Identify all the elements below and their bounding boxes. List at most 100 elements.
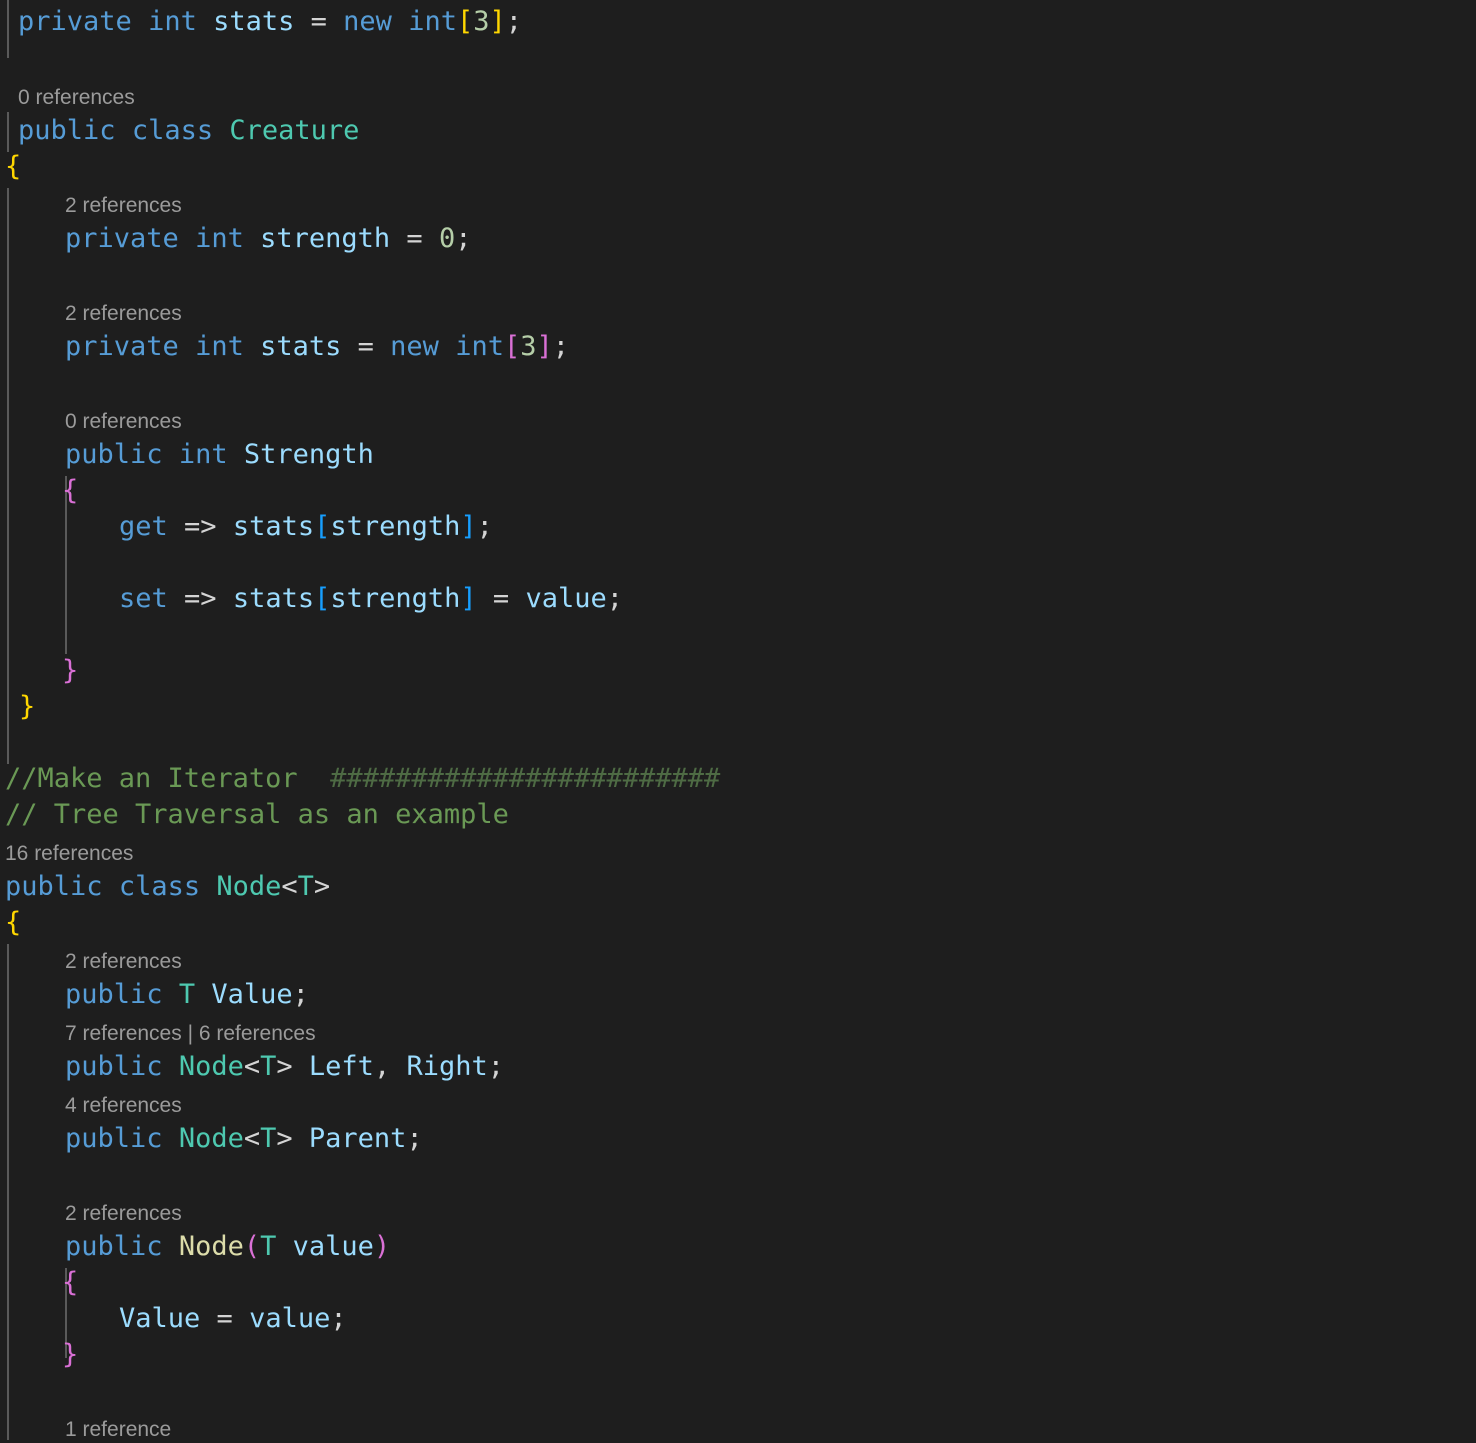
token-field-parent: Parent [308,1123,407,1154]
token-brace-open: { [62,475,79,506]
token-semicolon: ; [606,583,623,614]
token-semicolon: ; [552,331,570,362]
token-identifier-stats: stats [232,511,315,542]
token-type-parameter-t: T [260,1051,277,1082]
token-keyword-public: public [65,1123,163,1154]
token-keyword-set: set [119,583,168,614]
codelens-bottom[interactable]: 1 reference [0,1417,1476,1443]
code-line-comment-tree-traversal[interactable]: // Tree Traversal as an example [0,797,1476,833]
token-semicolon: ; [455,223,472,254]
token-bracket-open: [ [314,511,331,542]
code-line-parent-field[interactable]: public Node<T> Parent; [0,1121,1476,1157]
token-bracket-close: ] [460,511,477,542]
token-keyword-public: public [18,115,116,146]
codelens-parent-field[interactable]: 4 references [0,1093,1476,1119]
token-semicolon: ; [505,6,523,37]
codelens-stats-field[interactable]: 2 references [0,301,1476,327]
token-bracket-open: [ [504,331,521,362]
token-keyword-class: class [131,115,214,146]
token-type-parameter-t: T [260,1123,277,1154]
token-semicolon: ; [476,511,493,542]
token-identifier-stats: stats [213,6,295,37]
code-line-creature-close-brace[interactable]: } [0,689,1476,725]
code-line-constructor-open-brace[interactable]: { [0,1265,1476,1301]
token-keyword-int: int [408,6,457,37]
codelens-strength-field[interactable]: 2 references [0,193,1476,219]
token-number-3: 3 [520,331,537,362]
codelens-left-right-fields[interactable]: 7 references | 6 references [0,1021,1476,1047]
code-line-left-right-fields[interactable]: public Node<T> Left, Right; [0,1049,1476,1085]
code-editor-canvas[interactable]: private int stats = new int[3]; 0 refere… [0,0,1476,1443]
token-paren-open: ( [243,1231,261,1262]
token-keyword-class: class [118,871,201,902]
code-line-constructor-close-brace[interactable]: } [0,1337,1476,1373]
token-angle-open: < [243,1123,261,1154]
token-keyword-new: new [343,6,392,37]
token-keyword-public: public [65,439,163,470]
code-line-setter[interactable]: set => stats[strength] = value; [0,581,1476,617]
code-line-property-open-brace[interactable]: { [0,473,1476,509]
code-line-value-field[interactable]: public T Value; [0,977,1476,1013]
code-line-node-open-brace[interactable]: { [0,905,1476,941]
token-keyword-public: public [5,871,103,902]
token-field-value: Value [211,979,293,1010]
token-bracket-open: [ [314,583,331,614]
token-brace-open: { [62,1267,79,1298]
token-operator-assign: = [294,6,344,37]
code-line-strength-field[interactable]: private int strength = 0; [0,221,1476,257]
code-line-class-node[interactable]: public class Node<T> [0,869,1476,905]
token-keyword-int: int [148,6,197,37]
token-comma: , [373,1051,407,1082]
token-type-parameter-t: T [297,871,314,902]
token-keyword-public: public [65,979,163,1010]
token-semicolon: ; [487,1051,504,1082]
token-type-node: Node [216,871,282,902]
token-identifier-stats: stats [232,583,315,614]
token-brace-open: { [5,907,22,938]
token-operator-assign: = [390,223,439,254]
token-keyword-private: private [65,331,179,362]
token-semicolon: ; [292,979,309,1010]
token-brace-close: } [19,691,36,722]
token-parameter-value: value [249,1303,331,1334]
codelens-node-class[interactable]: 16 references [0,841,1476,867]
token-paren-close: ) [373,1231,391,1262]
code-line-stats-field[interactable]: private int stats = new int[3]; [0,329,1476,365]
token-bracket-close: ] [489,6,506,37]
token-number-0: 0 [438,223,456,254]
token-keyword-private: private [65,223,179,254]
codelens-node-constructor[interactable]: 2 references [0,1201,1476,1227]
code-line-getter[interactable]: get => stats[strength]; [0,509,1476,545]
code-line-creature-open-brace[interactable]: { [0,149,1476,185]
token-field-value: Value [119,1303,201,1334]
token-type-parameter-t: T [260,1231,277,1262]
codelens-value-field[interactable]: 2 references [0,949,1476,975]
token-keyword-int: int [195,331,244,362]
codelens-strength-property[interactable]: 0 references [0,409,1476,435]
token-type-node: Node [178,1123,244,1154]
code-line-node-constructor[interactable]: public Node(T value) [0,1229,1476,1265]
code-line-strength-property[interactable]: public int Strength [0,437,1476,473]
token-bracket-close: ] [536,331,553,362]
token-operator-assign: = [341,331,391,362]
code-line-property-close-brace[interactable]: } [0,653,1476,689]
token-comment-divider: ######################## [330,763,721,794]
token-brace-close: } [62,1339,79,1370]
token-keyword-int: int [178,439,228,470]
token-field-right: Right [406,1051,488,1082]
token-bracket-close: ] [460,583,477,614]
token-identifier-strength: strength [330,583,461,614]
token-operator-arrow: => [167,511,233,542]
token-keyword-public: public [65,1051,163,1082]
token-keyword-public: public [65,1231,163,1262]
token-parameter-value: value [276,1231,374,1262]
token-method-node: Node [178,1231,244,1262]
codelens-creature[interactable]: 0 references [0,85,1476,111]
code-line-class-creature[interactable]: public class Creature [0,113,1476,149]
code-line-stats-decl-top[interactable]: private int stats = new int[3]; [0,4,1476,40]
code-line-comment-make-iterator[interactable]: //Make an Iterator #####################… [0,761,1476,797]
code-line-constructor-body[interactable]: Value = value; [0,1301,1476,1337]
token-brace-open: { [5,151,22,182]
token-keyword-value: value [525,583,607,614]
token-angle-close: > [313,871,331,902]
